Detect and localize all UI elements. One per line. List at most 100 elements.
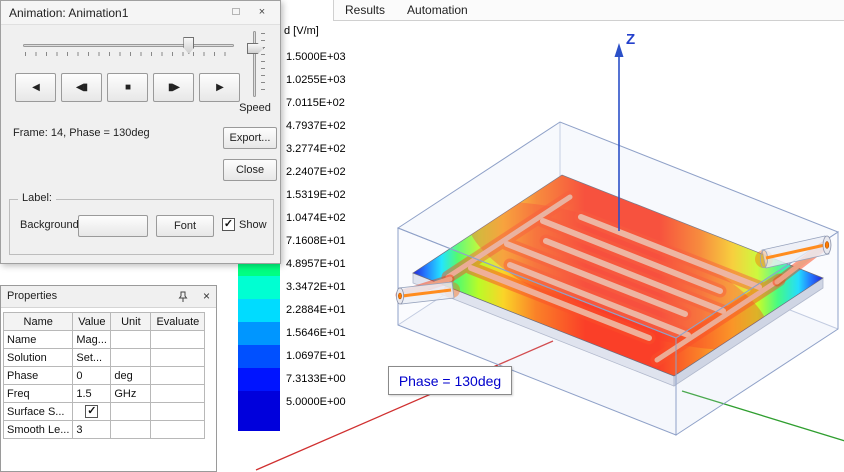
legend-value: 3.3472E+01 [286,281,346,293]
property-row[interactable]: Phase 0 deg [2,366,206,385]
property-name: Freq [2,384,74,403]
export-button[interactable]: Export... [223,127,277,149]
property-unit: deg [110,366,152,385]
property-evaluate [150,366,206,385]
close-button[interactable]: Close [223,159,277,181]
property-value[interactable]: ✓ [72,402,112,421]
property-unit: GHz [110,384,152,403]
speed-slider-groove [253,31,256,97]
legend-value: 1.5000E+03 [286,51,346,63]
column-header-name: Name [2,312,74,331]
frame-slider-groove [23,44,234,47]
legend-value: 1.0697E+01 [286,350,346,362]
property-name: Phase [2,366,74,385]
legend-value: 4.7937E+02 [286,120,346,132]
properties-title: Properties [7,290,58,302]
label-group: Label: Background: Font ✓ Show [9,192,274,255]
stop-button[interactable]: ■ [107,73,148,102]
legend-entry: 3.3472E+01 [238,276,346,299]
property-value[interactable]: 0 [72,366,112,385]
properties-panel: Properties × Name Value Unit Evaluate Na… [0,285,217,472]
show-checkbox-wrap: ✓ Show [222,218,267,231]
legend-color-swatch [238,345,280,368]
step-back-button[interactable]: ◀▮ [61,73,102,102]
property-row[interactable]: Surface S... ✓ [2,402,206,421]
application-window: Z Results Automation d [V/m] 1.5000E+03 1… [0,0,844,472]
legend-color-swatch [238,276,280,299]
play-forward-button[interactable]: ▶ [199,73,240,102]
legend-value: 1.5319E+02 [286,189,346,201]
column-header-unit: Unit [110,312,152,331]
property-value[interactable]: 3 [72,420,112,439]
property-name: Solution [2,348,74,367]
property-unit [110,348,152,367]
main-menubar: Results Automation [333,0,844,21]
legend-entry: 7.3133E+00 [238,368,346,391]
property-value[interactable]: 1.5 [72,384,112,403]
column-header-value: Value [72,312,112,331]
menu-results[interactable]: Results [334,1,396,19]
label-group-title: Label: [18,192,56,204]
speed-label: Speed [239,102,271,114]
legend-value: 4.8957E+01 [286,258,346,270]
legend-color-swatch [238,368,280,391]
animation-dialog-title: Animation: Animation1 [9,6,129,20]
close-icon[interactable]: × [203,289,210,303]
animation-dialog: Animation: Animation1 × ◀ ◀▮ ■ ▮▶ ▶ Spee… [0,0,281,264]
property-evaluate [150,402,206,421]
property-row[interactable]: Smooth Le... 3 [2,420,206,439]
legend-title: d [V/m] [284,25,319,37]
z-axis-label: Z [626,31,635,48]
legend-value: 7.1608E+01 [286,235,346,247]
step-forward-button[interactable]: ▮▶ [153,73,194,102]
play-reverse-button[interactable]: ◀ [15,73,56,102]
property-value[interactable]: Set... [72,348,112,367]
pin-icon[interactable] [176,290,190,304]
legend-entry: 2.2884E+01 [238,299,346,322]
legend-value: 1.0255E+03 [286,74,346,86]
font-button[interactable]: Font [156,215,214,237]
property-value[interactable]: Mag... [72,330,112,349]
legend-entry: 1.5646E+01 [238,322,346,345]
legend-color-swatch [238,322,280,345]
speed-slider[interactable] [245,31,267,97]
background-label: Background: [20,219,82,231]
menu-automation[interactable]: Automation [396,1,479,19]
legend-value: 2.2407E+02 [286,166,346,178]
close-icon[interactable]: × [252,5,272,21]
property-unit [110,402,152,421]
maximize-icon[interactable] [226,5,246,21]
properties-table-body: Name Mag... Solution Set... Phase 0 deg Freq 1.5… [2,330,206,439]
column-header-evaluate: Evaluate [150,312,206,331]
legend-value: 2.2884E+01 [286,304,346,316]
property-evaluate [150,420,206,439]
legend-color-swatch [238,299,280,322]
property-name: Name [2,330,74,349]
frame-slider[interactable] [23,37,234,59]
legend-value: 3.2774E+02 [286,143,346,155]
property-unit [110,330,152,349]
show-checkbox[interactable]: ✓ [222,218,235,231]
speed-slider-ticks [261,33,265,95]
checkbox-checked-icon[interactable]: ✓ [85,405,99,418]
animation-dialog-titlebar[interactable]: Animation: Animation1 × [1,1,280,25]
property-unit [110,420,152,439]
property-row[interactable]: Solution Set... [2,348,206,367]
property-name: Surface S... [2,402,74,421]
property-evaluate [150,330,206,349]
legend-value: 1.0474E+02 [286,212,346,224]
legend-value: 1.5646E+01 [286,327,346,339]
legend-value: 5.0000E+00 [286,396,346,408]
property-name: Smooth Le... [2,420,74,439]
playback-controls: ◀ ◀▮ ■ ▮▶ ▶ [15,73,240,102]
frame-status: Frame: 14, Phase = 130deg [13,127,150,139]
properties-titlebar[interactable]: Properties × [1,286,216,308]
property-evaluate [150,384,206,403]
legend-value: 7.3133E+00 [286,373,346,385]
property-row[interactable]: Name Mag... [2,330,206,349]
background-color-button[interactable] [78,215,148,237]
properties-table: Name Value Unit Evaluate Name Mag... Solut… [2,312,206,439]
frame-slider-ticks [25,52,232,56]
legend-value: 7.0115E+02 [286,97,345,109]
property-row[interactable]: Freq 1.5 GHz [2,384,206,403]
